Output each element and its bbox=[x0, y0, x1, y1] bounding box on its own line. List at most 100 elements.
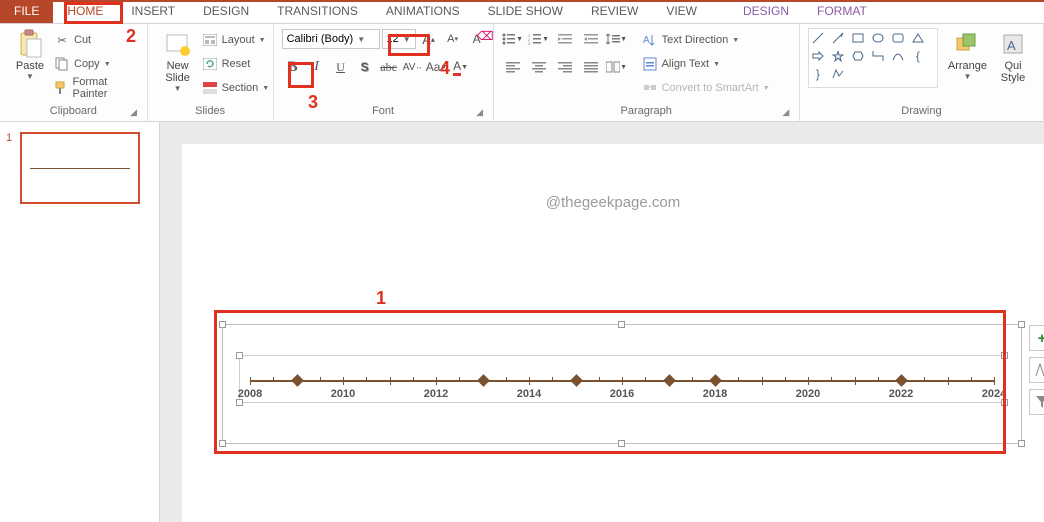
section-button[interactable]: Section▼ bbox=[202, 78, 270, 98]
align-left-button[interactable] bbox=[502, 56, 524, 78]
watermark-text: @thegeekpage.com bbox=[546, 194, 680, 211]
new-slide-button[interactable]: New Slide ▼ bbox=[156, 28, 200, 95]
shape-star-icon[interactable] bbox=[831, 49, 845, 63]
align-right-button[interactable] bbox=[554, 56, 576, 78]
shape-freeform-icon[interactable] bbox=[831, 67, 845, 81]
chevron-down-icon: ▼ bbox=[104, 61, 111, 68]
decrease-indent-button[interactable] bbox=[554, 28, 576, 50]
shape-lbrace-icon[interactable]: { bbox=[911, 49, 925, 63]
tab-design[interactable]: DESIGN bbox=[189, 2, 263, 23]
slide-canvas[interactable]: @thegeekpage.com 20082010201220142016201… bbox=[182, 144, 1044, 522]
bold-button[interactable]: B bbox=[282, 56, 304, 78]
bullets-button[interactable]: ▼ bbox=[502, 28, 524, 50]
grow-font-button[interactable]: A▴ bbox=[418, 28, 440, 50]
plot-area[interactable]: 200820102012201420162018202020222024 bbox=[239, 355, 1005, 403]
strikethrough-button[interactable]: abc bbox=[378, 56, 400, 78]
chart-elements-button[interactable]: + bbox=[1029, 325, 1044, 351]
timeline-marker[interactable] bbox=[570, 374, 583, 387]
chart-object[interactable]: 200820102012201420162018202020222024 + bbox=[222, 324, 1022, 444]
chevron-down-icon: ▼ bbox=[26, 72, 34, 81]
tab-chart-format[interactable]: FORMAT bbox=[803, 2, 881, 23]
paste-button[interactable]: Paste ▼ bbox=[8, 28, 52, 83]
shape-rbrace-icon[interactable]: } bbox=[811, 67, 825, 81]
shape-connector-icon[interactable] bbox=[871, 49, 885, 63]
tab-chart-design[interactable]: DESIGN bbox=[729, 2, 803, 23]
increase-indent-button[interactable] bbox=[580, 28, 602, 50]
align-text-icon bbox=[642, 56, 658, 72]
font-launcher[interactable]: ◢ bbox=[475, 107, 485, 117]
shape-triangle-icon[interactable] bbox=[911, 31, 925, 45]
font-size-combo[interactable]: 12▼ bbox=[382, 29, 416, 49]
reset-button[interactable]: Reset bbox=[202, 54, 270, 74]
shape-line-icon[interactable] bbox=[811, 31, 825, 45]
shapes-gallery[interactable]: { } bbox=[808, 28, 938, 88]
reset-label: Reset bbox=[222, 58, 251, 70]
tab-transitions[interactable]: TRANSITIONS bbox=[263, 2, 372, 23]
reset-icon bbox=[202, 56, 218, 72]
annotation-num-2: 2 bbox=[126, 26, 136, 47]
tab-home[interactable]: HOME bbox=[53, 2, 117, 23]
slide-editor[interactable]: @thegeekpage.com 20082010201220142016201… bbox=[160, 122, 1044, 522]
format-painter-button[interactable]: Format Painter bbox=[54, 78, 139, 98]
arrange-button[interactable]: Arrange ▼ bbox=[944, 28, 991, 83]
resize-handle[interactable] bbox=[618, 440, 625, 447]
resize-handle[interactable] bbox=[236, 352, 243, 359]
shape-arrow-icon[interactable] bbox=[831, 31, 845, 45]
font-color-button[interactable]: A▼ bbox=[450, 56, 472, 78]
copy-label: Copy bbox=[74, 58, 100, 70]
resize-handle[interactable] bbox=[618, 321, 625, 328]
timeline-marker[interactable] bbox=[477, 374, 490, 387]
timeline-marker[interactable] bbox=[895, 374, 908, 387]
timeline-marker[interactable] bbox=[709, 374, 722, 387]
tab-review[interactable]: REVIEW bbox=[577, 2, 652, 23]
quick-styles-button[interactable]: A Qui Style bbox=[991, 28, 1035, 86]
columns-button[interactable]: ▼ bbox=[606, 56, 628, 78]
timeline-axis: 200820102012201420162018202020222024 bbox=[250, 380, 994, 382]
align-text-button[interactable]: Align Text▼ bbox=[642, 54, 770, 74]
char-spacing-button[interactable]: AV↔ bbox=[402, 56, 424, 78]
chart-filters-button[interactable] bbox=[1029, 389, 1044, 415]
svg-text:3: 3 bbox=[528, 41, 531, 45]
shrink-font-button[interactable]: A▾ bbox=[442, 28, 464, 50]
ribbon-tabstrip: FILE HOME INSERT DESIGN TRANSITIONS ANIM… bbox=[0, 2, 1044, 24]
line-spacing-button[interactable]: ▼ bbox=[606, 28, 628, 50]
chart-styles-button[interactable] bbox=[1029, 357, 1044, 383]
clear-formatting-button[interactable]: A⌫ bbox=[466, 28, 488, 50]
copy-button[interactable]: Copy ▼ bbox=[54, 54, 139, 74]
resize-handle[interactable] bbox=[1001, 399, 1008, 406]
shadow-button[interactable]: S bbox=[354, 56, 376, 78]
paragraph-launcher[interactable]: ◢ bbox=[781, 107, 791, 117]
timeline-marker[interactable] bbox=[663, 374, 676, 387]
tab-insert[interactable]: INSERT bbox=[117, 2, 189, 23]
resize-handle[interactable] bbox=[236, 399, 243, 406]
convert-smartart-button[interactable]: Convert to SmartArt▼ bbox=[642, 78, 770, 98]
shape-hexagon-icon[interactable] bbox=[851, 49, 865, 63]
shape-oval-icon[interactable] bbox=[871, 31, 885, 45]
shape-roundrect-icon[interactable] bbox=[891, 31, 905, 45]
text-direction-button[interactable]: A Text Direction▼ bbox=[642, 30, 770, 50]
shape-rect-icon[interactable] bbox=[851, 31, 865, 45]
tab-animations[interactable]: ANIMATIONS bbox=[372, 2, 474, 23]
tab-view[interactable]: VIEW bbox=[652, 2, 711, 23]
resize-handle[interactable] bbox=[1001, 352, 1008, 359]
align-center-button[interactable] bbox=[528, 56, 550, 78]
clipboard-launcher[interactable]: ◢ bbox=[129, 107, 139, 117]
slide-thumbnail-1[interactable] bbox=[20, 132, 140, 204]
timeline-tick-label: 2016 bbox=[610, 388, 634, 400]
resize-handle[interactable] bbox=[1018, 440, 1025, 447]
numbering-button[interactable]: 123▼ bbox=[528, 28, 550, 50]
tab-file[interactable]: FILE bbox=[0, 2, 53, 23]
resize-handle[interactable] bbox=[219, 321, 226, 328]
underline-button[interactable]: U bbox=[330, 56, 352, 78]
layout-button[interactable]: Layout▼ bbox=[202, 30, 270, 50]
timeline-marker[interactable] bbox=[291, 374, 304, 387]
resize-handle[interactable] bbox=[219, 440, 226, 447]
text-direction-icon: A bbox=[642, 32, 658, 48]
resize-handle[interactable] bbox=[1018, 321, 1025, 328]
shape-curve-icon[interactable] bbox=[891, 49, 905, 63]
tab-slideshow[interactable]: SLIDE SHOW bbox=[474, 2, 577, 23]
justify-button[interactable] bbox=[580, 56, 602, 78]
font-name-combo[interactable]: Calibri (Body)▼ bbox=[282, 29, 380, 49]
shape-rarrow-icon[interactable] bbox=[811, 49, 825, 63]
italic-button[interactable]: I bbox=[306, 56, 328, 78]
